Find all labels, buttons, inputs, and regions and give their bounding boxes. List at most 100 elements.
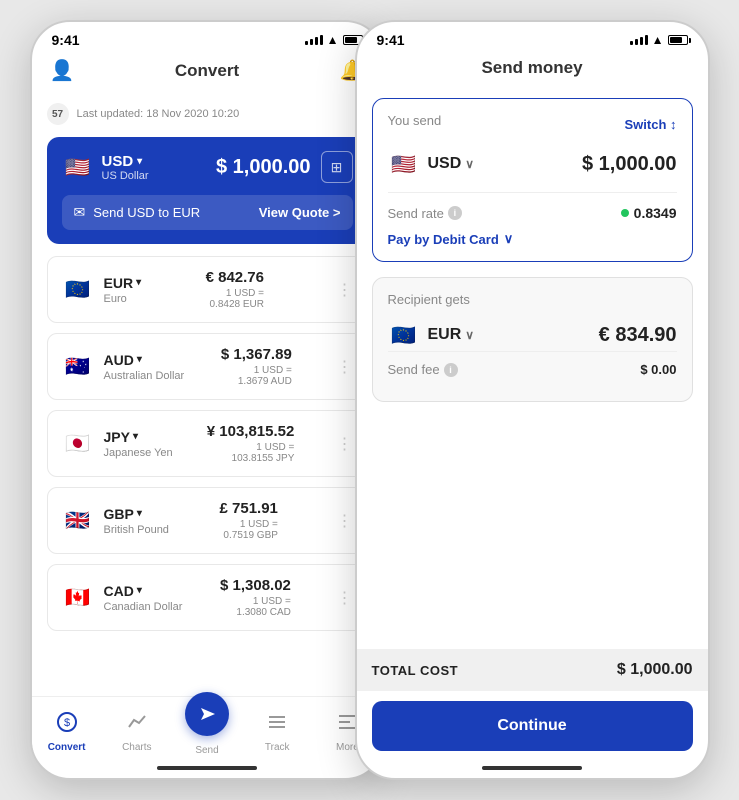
- main-currency-card[interactable]: 🇺🇸 USD ▾ US Dollar $ 1,000.00 ⊞: [47, 137, 368, 244]
- bottom-nav-1: $ Convert Charts Send: [32, 696, 383, 761]
- svg-text:$: $: [64, 717, 70, 729]
- profile-icon[interactable]: 👤: [50, 58, 75, 83]
- main-currency-selector[interactable]: 🇺🇸 USD ▾ US Dollar: [62, 151, 149, 183]
- receive-currency-selector[interactable]: 🇪🇺 EUR ∨: [388, 319, 475, 351]
- status-icons-2: ▲: [630, 33, 688, 47]
- fee-value: $ 0.00: [640, 362, 676, 377]
- eur-name: Euro: [104, 293, 142, 305]
- last-updated-row: 57 Last updated: 18 Nov 2020 10:20: [47, 103, 368, 125]
- gbp-name: British Pound: [104, 524, 169, 536]
- you-send-label: You send: [388, 113, 442, 128]
- receive-eur-flag: 🇪🇺: [388, 319, 420, 351]
- aud-left: 🇦🇺 AUD ▾ Australian Dollar: [62, 351, 185, 383]
- send-label: Send USD to EUR: [93, 205, 200, 220]
- signal-icon-2: [630, 35, 648, 45]
- send-currency-row: 🇺🇸 USD ∨ $ 1,000.00: [388, 148, 677, 180]
- gbp-right: £ 751.91 1 USD =0.7519 GBP: [220, 500, 278, 541]
- rate-row: Send rate i 0.8349: [388, 205, 677, 221]
- currency-item-eur[interactable]: 🇪🇺 EUR ▾ Euro € 842.76 1 USD =0.8428 EUR…: [47, 256, 368, 323]
- gbp-code: GBP ▾: [104, 506, 169, 522]
- battery-icon-2: [668, 35, 688, 45]
- eur-rate: 1 USD =0.8428 EUR: [210, 288, 264, 310]
- cad-left: 🇨🇦 CAD ▾ Canadian Dollar: [62, 582, 183, 614]
- recipient-label: Recipient gets: [388, 292, 677, 307]
- aud-right: $ 1,367.89 1 USD =1.3679 AUD: [221, 346, 292, 387]
- send-paper-icon: ✉: [74, 204, 86, 221]
- app-container: 9:41 ▲ 👤 Convert 🔔 57 Las: [10, 0, 730, 800]
- switch-button[interactable]: Switch ↕: [624, 117, 676, 132]
- nav-track[interactable]: Track: [242, 711, 312, 753]
- jpy-code: JPY ▾: [104, 429, 173, 445]
- currency-item-cad[interactable]: 🇨🇦 CAD ▾ Canadian Dollar $ 1,308.02 1 US…: [47, 564, 368, 631]
- update-badge: 57: [47, 103, 69, 125]
- status-bar-2: 9:41 ▲: [357, 22, 708, 53]
- pay-chevron: ∨: [504, 231, 514, 247]
- send-nav-btn[interactable]: [185, 692, 229, 736]
- rate-dot: [621, 209, 629, 217]
- aud-name: Australian Dollar: [104, 370, 185, 382]
- jpy-name: Japanese Yen: [104, 447, 173, 459]
- cad-amount: $ 1,308.02: [220, 577, 291, 594]
- time-2: 9:41: [377, 32, 405, 48]
- currency-item-jpy[interactable]: 🇯🇵 JPY ▾ Japanese Yen ¥ 103,815.52 1 USD…: [47, 410, 368, 477]
- nav-charts[interactable]: Charts: [102, 711, 172, 753]
- send-bar-left: ✉ Send USD to EUR: [74, 204, 201, 221]
- send-currency-chevron: ∨: [465, 157, 474, 171]
- cad-flag: 🇨🇦: [62, 582, 94, 614]
- currency-item-aud[interactable]: 🇦🇺 AUD ▾ Australian Dollar $ 1,367.89 1 …: [47, 333, 368, 400]
- eur-amount: € 842.76: [206, 269, 264, 286]
- gbp-amount: £ 751.91: [220, 500, 278, 517]
- receive-amount: € 834.90: [599, 324, 677, 347]
- send-amount: $ 1,000.00: [582, 153, 677, 176]
- phone-send-money: 9:41 ▲ Send money You: [355, 20, 710, 780]
- send-header: Send money: [357, 53, 708, 88]
- cad-menu-icon[interactable]: ⋮: [336, 588, 352, 608]
- send-bar[interactable]: ✉ Send USD to EUR View Quote >: [62, 195, 353, 230]
- jpy-rate: 1 USD =103.8155 JPY: [232, 442, 295, 464]
- wifi-icon-2: ▲: [652, 33, 664, 47]
- main-currency-name: US Dollar: [102, 170, 149, 182]
- send-currency-code: USD ∨: [428, 155, 475, 173]
- send-currency-selector[interactable]: 🇺🇸 USD ∨: [388, 148, 475, 180]
- rate-info-icon[interactable]: i: [448, 206, 462, 220]
- divider-1: [388, 192, 677, 193]
- jpy-right: ¥ 103,815.52 1 USD =103.8155 JPY: [207, 423, 295, 464]
- receive-currency-chevron: ∨: [465, 328, 474, 342]
- nav-send[interactable]: Send: [172, 707, 242, 756]
- pay-method-selector[interactable]: Pay by Debit Card ∨: [388, 231, 677, 247]
- currency-list: 🇪🇺 EUR ▾ Euro € 842.76 1 USD =0.8428 EUR…: [47, 256, 368, 631]
- aud-code: AUD ▾: [104, 352, 185, 368]
- you-send-header: You send Switch ↕: [388, 113, 677, 136]
- rate-label: Send rate i: [388, 206, 462, 221]
- send-content: You send Switch ↕ 🇺🇸 USD ∨ $ 1,000.00: [357, 88, 708, 649]
- you-send-section: You send Switch ↕ 🇺🇸 USD ∨ $ 1,000.00: [372, 98, 693, 262]
- receive-currency-row: 🇪🇺 EUR ∨ € 834.90: [388, 319, 677, 351]
- jpy-menu-icon[interactable]: ⋮: [336, 434, 352, 454]
- total-value: $ 1,000.00: [617, 661, 693, 679]
- convert-title: Convert: [74, 61, 339, 81]
- continue-button[interactable]: Continue: [372, 701, 693, 751]
- calculator-icon[interactable]: ⊞: [321, 151, 353, 183]
- send-usd-flag: 🇺🇸: [388, 148, 420, 180]
- gbp-menu-icon[interactable]: ⋮: [336, 511, 352, 531]
- send-nav-label: Send: [195, 745, 218, 756]
- nav-convert[interactable]: $ Convert: [32, 711, 102, 753]
- receive-currency-code: EUR ∨: [428, 326, 475, 344]
- currency-item-gbp[interactable]: 🇬🇧 GBP ▾ British Pound £ 751.91 1 USD =0…: [47, 487, 368, 554]
- eur-left: 🇪🇺 EUR ▾ Euro: [62, 274, 142, 306]
- main-currency-amount: $ 1,000.00: [216, 156, 311, 179]
- aud-menu-icon[interactable]: ⋮: [336, 357, 352, 377]
- signal-icon: [305, 35, 323, 45]
- main-currency-info: USD ▾ US Dollar: [102, 153, 149, 182]
- gbp-rate: 1 USD =0.7519 GBP: [223, 519, 277, 541]
- main-currency-chevron: ▾: [137, 156, 142, 167]
- gbp-left: 🇬🇧 GBP ▾ British Pound: [62, 505, 169, 537]
- jpy-flag: 🇯🇵: [62, 428, 94, 460]
- total-label: TOTAL COST: [372, 663, 459, 678]
- fee-info-icon[interactable]: i: [444, 363, 458, 377]
- eur-right: € 842.76 1 USD =0.8428 EUR: [206, 269, 264, 310]
- track-nav-icon: [266, 711, 288, 739]
- view-quote-btn[interactable]: View Quote >: [259, 205, 341, 220]
- jpy-amount: ¥ 103,815.52: [207, 423, 295, 440]
- eur-menu-icon[interactable]: ⋮: [336, 280, 352, 300]
